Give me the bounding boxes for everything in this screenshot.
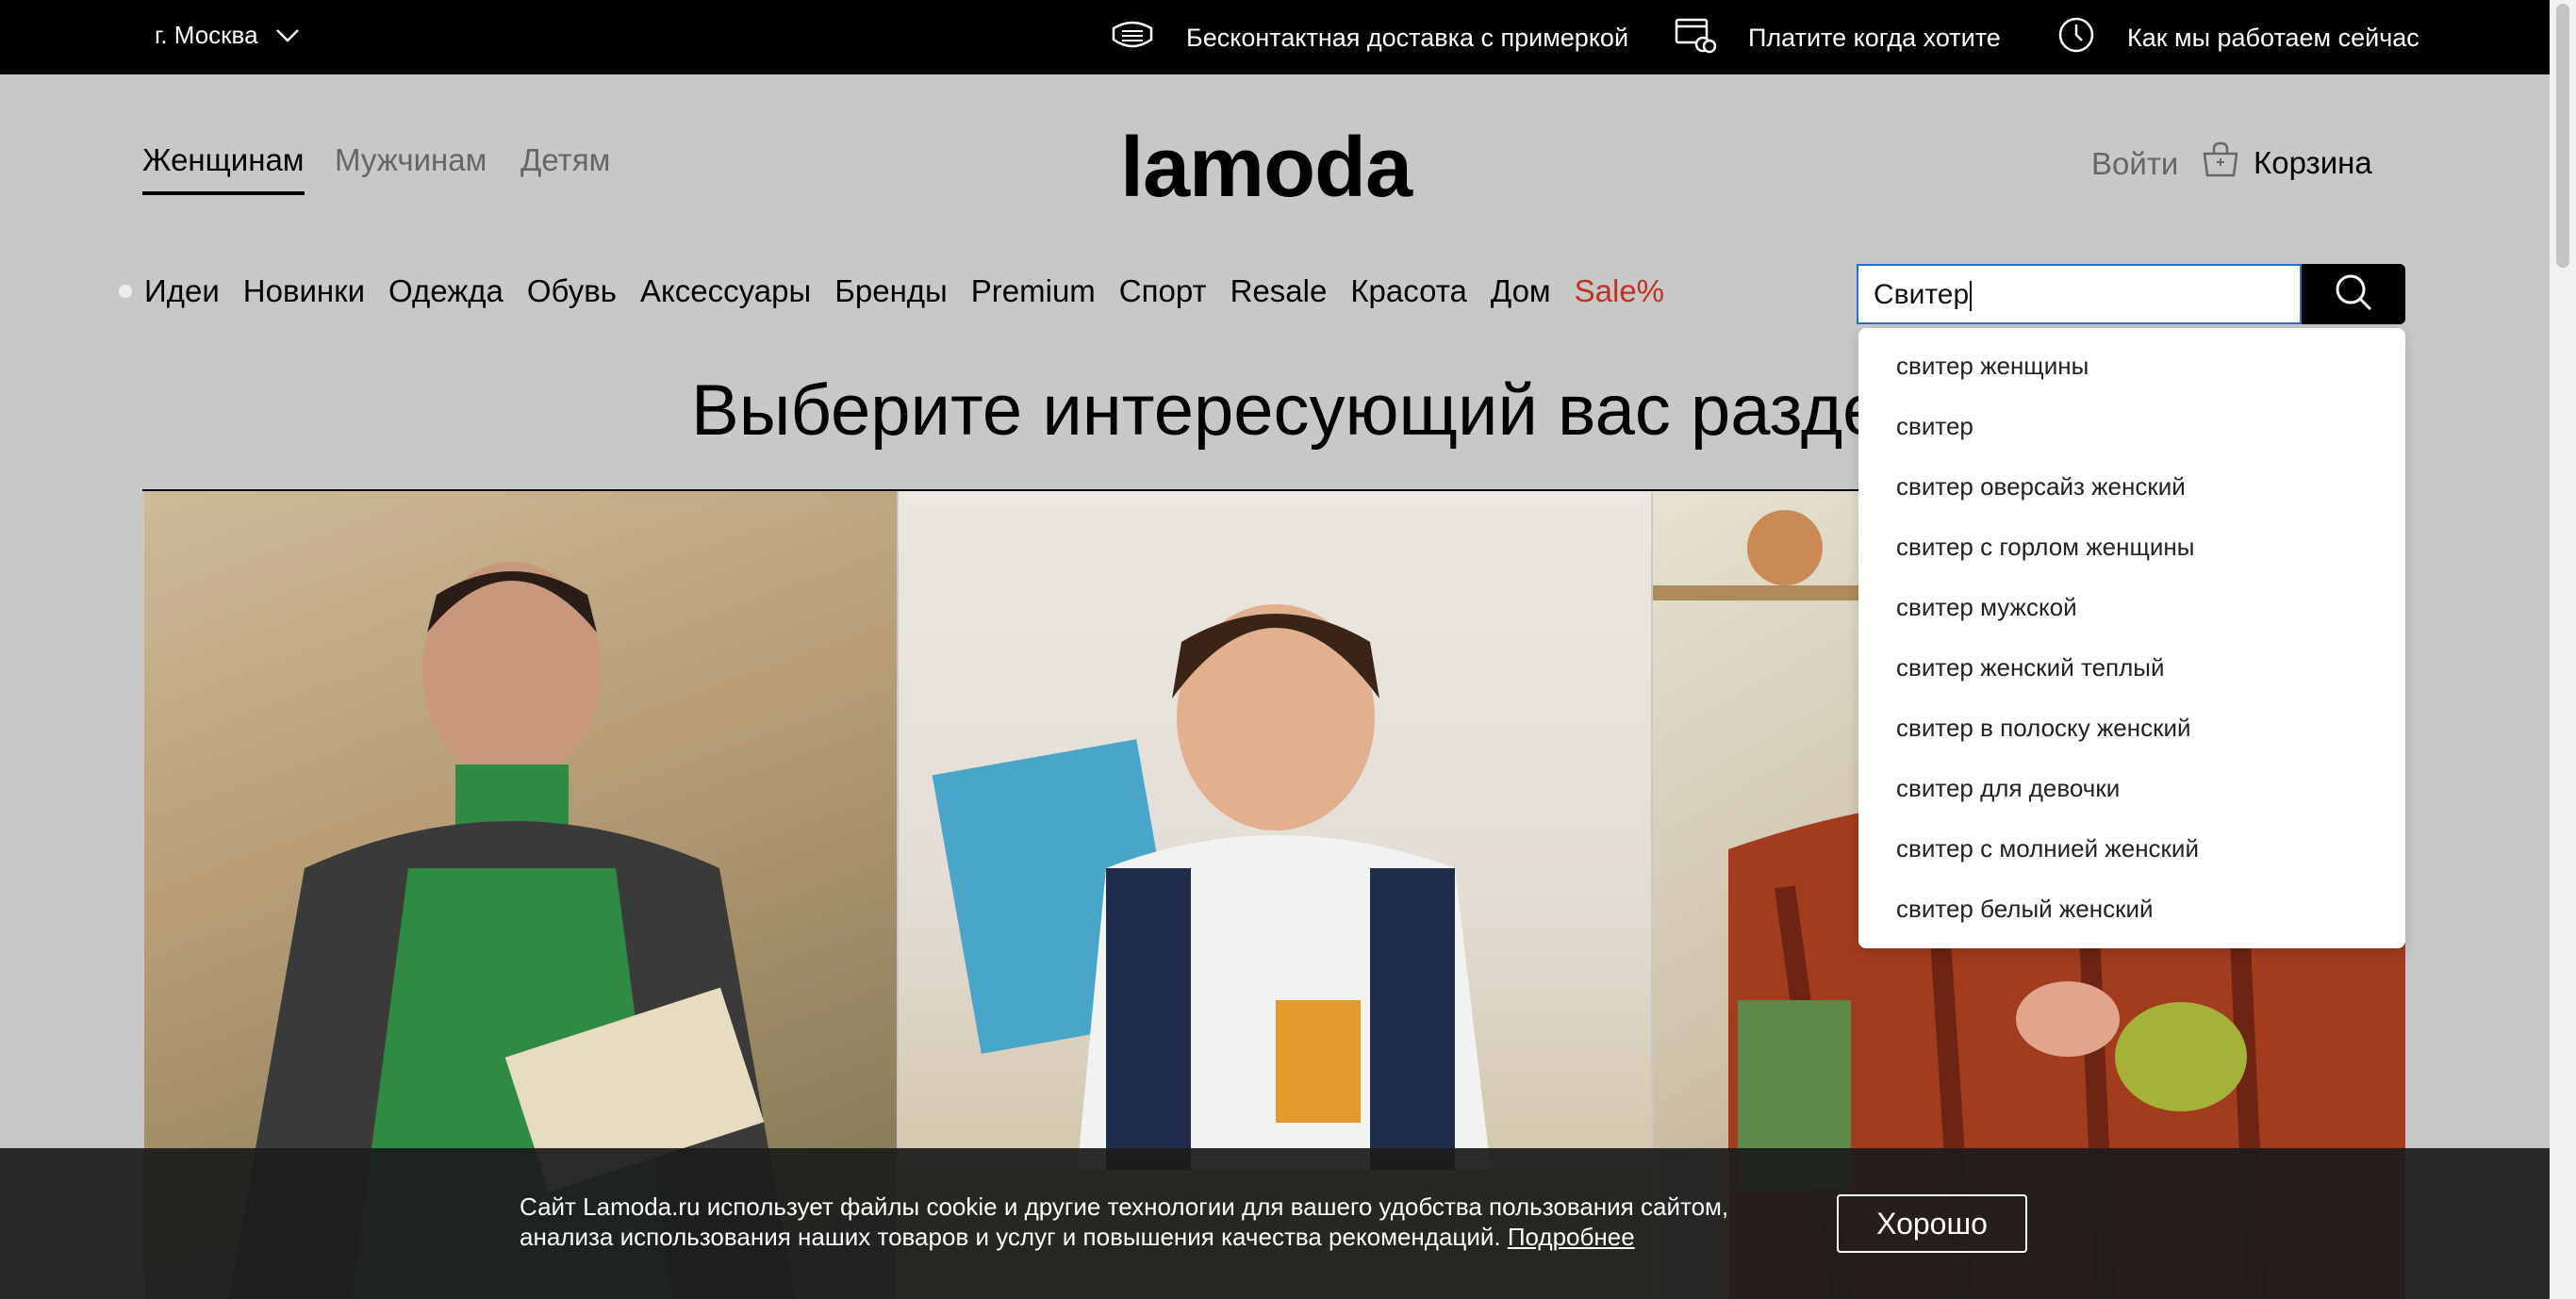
suggestion-item[interactable]: свитер в полоску женский: [1858, 698, 2405, 758]
card-coins-icon: [1675, 16, 1717, 60]
perk-how-we-work[interactable]: Как мы работаем сейчас: [2057, 17, 2419, 58]
perk-contactless-delivery[interactable]: Бесконтактная доставка с примеркой: [1111, 17, 1628, 58]
category-nav: Идеи Новинки Одежда Обувь Аксессуары Бре…: [119, 273, 1664, 309]
clock-icon: [2057, 16, 2095, 60]
suggestion-item[interactable]: свитер женский теплый: [1858, 637, 2405, 698]
perk-label: Как мы работаем сейчас: [2127, 23, 2419, 52]
site-logo[interactable]: lamoda: [1120, 120, 1412, 217]
tab-kids[interactable]: Детям: [520, 142, 610, 191]
search-suggestions: свитер женщины свитер свитер оверсайз же…: [1858, 328, 2405, 948]
search-button[interactable]: [2302, 264, 2405, 324]
nav-item-resale[interactable]: Resale: [1230, 273, 1328, 309]
city-selector[interactable]: г. Москва: [155, 21, 300, 50]
cookie-more-link[interactable]: Подробнее: [1508, 1223, 1635, 1251]
nav-item-home[interactable]: Дом: [1491, 273, 1551, 309]
nav-item-sale[interactable]: Sale%: [1575, 273, 1664, 309]
suggestion-item[interactable]: свитер: [1858, 396, 2405, 456]
chevron-down-icon: [275, 21, 300, 50]
tab-men[interactable]: Мужчинам: [335, 142, 487, 191]
search-value: Свитер: [1874, 279, 1970, 310]
ideas-dot-icon: [119, 285, 132, 298]
page-scrollbar[interactable]: [2550, 0, 2576, 1299]
perk-label: Бесконтактная доставка с примеркой: [1186, 23, 1629, 52]
top-bar: г. Москва Бесконтактная доставка с приме…: [0, 0, 2550, 74]
nav-item-beauty[interactable]: Красота: [1350, 273, 1467, 309]
nav-item-ideas[interactable]: Идеи: [144, 273, 220, 309]
nav-item-premium[interactable]: Premium: [971, 273, 1096, 309]
nav-item-clothing[interactable]: Одежда: [388, 273, 504, 309]
perk-label: Платите когда хотите: [1748, 23, 2001, 52]
search-input[interactable]: Свитер: [1857, 264, 2302, 324]
cookie-banner: Сайт Lamoda.ru использует файлы cookie и…: [0, 1148, 2550, 1299]
cookie-text-block: Сайт Lamoda.ru использует файлы cookie и…: [520, 1192, 1821, 1252]
nav-item-shoes[interactable]: Обувь: [527, 273, 617, 309]
search-icon: [2333, 271, 2374, 318]
cart-label: Корзина: [2254, 145, 2372, 180]
cookie-accept-button[interactable]: Хорошо: [1837, 1194, 2027, 1253]
suggestion-item[interactable]: свитер для девочки: [1858, 758, 2405, 818]
mask-icon: [1111, 19, 1154, 58]
nav-item-sport[interactable]: Спорт: [1119, 273, 1207, 309]
tab-women[interactable]: Женщинам: [142, 142, 305, 195]
nav-item-new[interactable]: Новинки: [243, 273, 365, 309]
suggestion-item[interactable]: свитер белый женский: [1858, 879, 2405, 939]
suggestion-item[interactable]: свитер женщины: [1858, 336, 2405, 396]
text-caret: [1970, 281, 1973, 312]
suggestion-item[interactable]: свитер мужской: [1858, 577, 2405, 637]
site-header: Женщинам Мужчинам Детям lamoda Войти Кор…: [0, 74, 2550, 244]
page-title: Выберите интересующий вас раздел: [691, 370, 1923, 451]
nav-item-brands[interactable]: Бренды: [834, 273, 948, 309]
login-link[interactable]: Войти: [2091, 146, 2178, 182]
suggestion-item[interactable]: свитер оверсайз женский: [1858, 456, 2405, 517]
perk-pay-later[interactable]: Платите когда хотите: [1675, 17, 2001, 58]
suggestion-item[interactable]: свитер с горлом женщины: [1858, 517, 2405, 577]
bag-icon: [2201, 140, 2240, 186]
city-label: г. Москва: [155, 21, 258, 49]
scrollbar-thumb[interactable]: [2556, 4, 2569, 268]
nav-item-accessories[interactable]: Аксессуары: [640, 273, 811, 309]
cart-button[interactable]: Корзина: [2201, 140, 2372, 186]
suggestion-item[interactable]: свитер с молнией женский: [1858, 818, 2405, 879]
